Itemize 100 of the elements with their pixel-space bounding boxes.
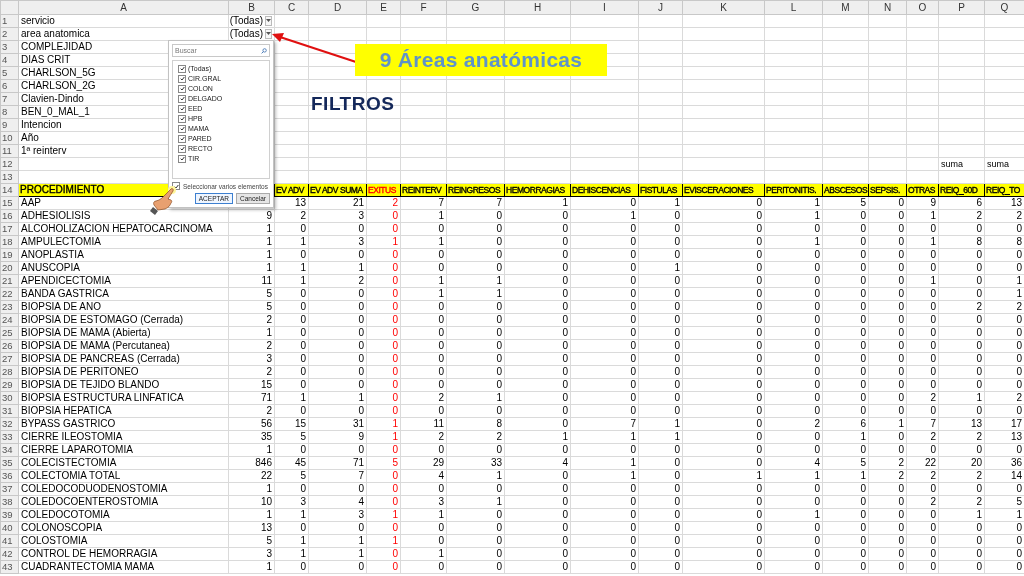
table-cell: 5 [274,469,309,483]
filter-value: (Todas) [229,28,263,40]
table-cell: 0 [366,378,401,392]
table-cell: 1 [822,469,869,483]
column-header[interactable]: O [906,0,939,15]
checkbox[interactable] [178,94,186,103]
table-cell: 0 [400,300,447,314]
column-header[interactable]: N [868,0,907,15]
table-cell: 5 [822,196,869,210]
table-cell: 6 [822,417,869,431]
table-cell: 2 [906,391,939,405]
table-cell: 0 [868,365,907,379]
column-header[interactable]: A [18,0,229,15]
column-header[interactable]: M [822,0,869,15]
column-header[interactable]: F [400,0,447,15]
dropdown-button[interactable] [265,16,272,26]
table-cell: 0 [822,443,869,457]
table-cell: 0 [274,326,309,340]
table-cell: 0 [570,391,639,405]
checkbox[interactable] [178,74,186,83]
checkbox[interactable] [178,144,186,153]
table-cell: 0 [570,326,639,340]
table-cell: 0 [446,443,505,457]
table-cell: 0 [274,404,309,418]
table-cell: 0 [822,495,869,509]
table-cell: 1 [570,469,639,483]
column-header[interactable]: D [308,0,367,15]
dropdown-button[interactable] [265,29,272,39]
table-cell: 0 [682,196,765,210]
table-cell: 2 [228,313,275,327]
table-cell: 0 [906,508,939,522]
table-cell: 0 [504,365,571,379]
table-cell: 22 [906,456,939,470]
table-cell: 0 [274,560,309,574]
table-cell: 0 [504,534,571,548]
table-cell: 0 [366,352,401,366]
column-header[interactable]: E [366,0,401,15]
table-cell: COLEDOCOENTEROSTOMIA [18,495,229,509]
table-cell: 0 [638,235,683,249]
table-cell: 7 [570,417,639,431]
table-cell: 0 [822,313,869,327]
checkbox[interactable] [178,124,186,133]
table-cell: ALCOHOLIZACION HEPATOCARCINOMA [18,222,229,236]
table-cell: 21 [308,196,367,210]
table-cell: 7 [308,469,367,483]
table-cell: 0 [274,443,309,457]
table-cell: 0 [308,404,367,418]
table-cell: 0 [366,521,401,535]
table-cell: 0 [984,326,1024,340]
table-cell: 15 [274,417,309,431]
column-header[interactable]: H [504,0,571,15]
table-cell: 0 [764,521,823,535]
table-cell: 0 [868,521,907,535]
column-header[interactable]: B [228,0,275,15]
table-cell: 0 [764,404,823,418]
column-header[interactable]: J [638,0,683,15]
table-cell: 0 [868,196,907,210]
column-header[interactable]: I [570,0,639,15]
column-header[interactable]: Q [984,0,1024,15]
checkbox[interactable] [178,134,186,143]
table-cell: 0 [822,261,869,275]
table-cell: 0 [274,248,309,262]
table-cell: 0 [446,352,505,366]
table-cell: 1 [274,274,309,288]
checkbox[interactable] [178,64,186,73]
table-cell: 0 [822,326,869,340]
table-cell: 0 [682,495,765,509]
table-cell: 0 [638,404,683,418]
table-cell: 9 [228,209,275,223]
column-header[interactable]: G [446,0,505,15]
table-cell: 0 [638,560,683,574]
column-header[interactable]: K [682,0,765,15]
table-cell: 0 [822,248,869,262]
table-cell: 0 [308,222,367,236]
table-cell: 2 [938,495,985,509]
table-cell: 0 [638,274,683,288]
column-header[interactable]: C [274,0,309,15]
table-cell: BIOPSIA DE ESTOMAGO (Cerrada) [18,313,229,327]
checkbox[interactable] [178,104,186,113]
checkbox[interactable] [178,154,186,163]
table-cell: 2 [984,391,1024,405]
table-cell: 0 [938,560,985,574]
checkbox[interactable] [178,84,186,93]
column-header[interactable]: L [764,0,823,15]
table-cell: 0 [446,261,505,275]
table-cell: 1 [366,534,401,548]
table-cell: 0 [570,404,639,418]
checkbox[interactable] [178,114,186,123]
table-cell: 56 [228,417,275,431]
table-cell: 3 [308,235,367,249]
table-cell: COLEDOCOTOMIA [18,508,229,522]
table-cell: 0 [570,378,639,392]
table-cell: 0 [308,339,367,353]
table-cell: 0 [504,339,571,353]
table-cell: 0 [822,482,869,496]
table-cell: 17 [984,417,1024,431]
table-cell: 1 [400,209,447,223]
column-header[interactable]: P [938,0,985,15]
table-cell: servicio [18,14,229,28]
table-cell: 1 [504,196,571,210]
